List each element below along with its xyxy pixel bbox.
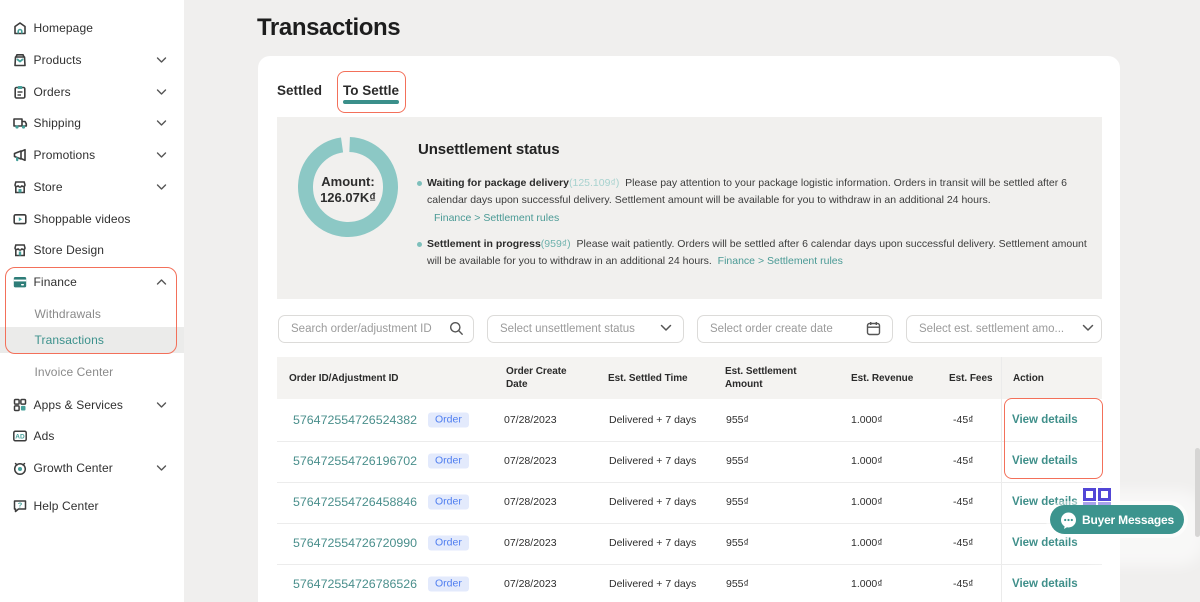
svg-text:AD: AD bbox=[15, 434, 25, 441]
svg-text:?: ? bbox=[18, 501, 23, 510]
